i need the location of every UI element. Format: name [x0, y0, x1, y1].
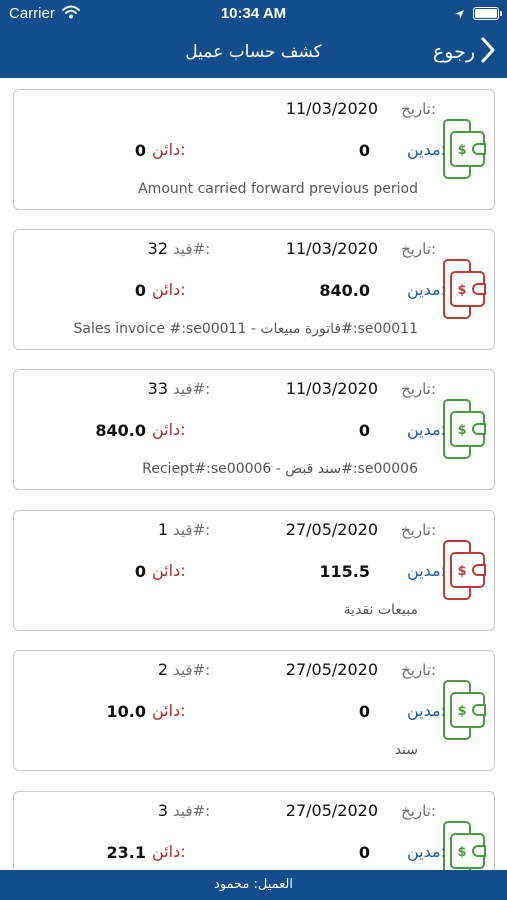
statement-entry-card[interactable]: $ تاريخ: 11/03/2020 قيد#: 33 مدين: 0 دائ… [13, 369, 495, 490]
date-label: تاريخ: [401, 802, 436, 820]
svg-text:$: $ [457, 845, 466, 860]
statement-entry-card[interactable]: $ تاريخ: 27/05/2020 قيد#: 2 مدين: 0 دائن… [13, 650, 495, 771]
credit-label: دائن: [152, 140, 186, 159]
customer-footer: العميل: محمود [0, 870, 507, 900]
wallet-phone-icon: $ [440, 539, 488, 605]
debit-label: مدين: [407, 140, 446, 159]
entry-date: 11/03/2020 [285, 239, 378, 258]
date-label: تاريخ: [401, 661, 436, 679]
clock-time: 10:34 AM [220, 5, 287, 22]
wallet-phone-icon: $ [440, 679, 488, 745]
credit-label: دائن: [152, 280, 186, 299]
entry-number-label: قيد#: [173, 802, 211, 820]
chevron-right-icon [481, 37, 495, 67]
location-arrow-icon [454, 7, 465, 25]
statement-entry-card[interactable]: $ تاريخ: 11/03/2020 مدين: 0 دائن: 0 Amou… [13, 89, 495, 210]
customer-name: العميل: محمود [213, 877, 293, 892]
entry-number: 33 [147, 379, 168, 398]
debit-value: 0 [358, 702, 370, 721]
debit-value: 0 [358, 421, 370, 440]
entry-description: Amount carried forward previous period [138, 181, 418, 197]
entry-number-label: قيد#: [173, 380, 211, 398]
entry-number-label: قيد#: [173, 661, 211, 679]
back-button[interactable]: رجوع [433, 34, 495, 70]
entry-number-label: قيد#: [173, 521, 211, 539]
entry-date: 27/05/2020 [285, 801, 378, 820]
debit-label: مدين: [407, 701, 446, 720]
wallet-phone-icon: $ [440, 398, 488, 464]
statement-entry-card[interactable]: $ تاريخ: 27/05/2020 قيد#: 1 مدين: 115.5 … [13, 510, 495, 631]
entry-date: 27/05/2020 [285, 520, 378, 539]
debit-value: 0 [358, 141, 370, 160]
credit-label: دائن: [152, 420, 186, 439]
entry-description: مبيعات نقدية [343, 602, 418, 618]
date-label: تاريخ: [401, 100, 436, 118]
date-label: تاريخ: [401, 521, 436, 539]
debit-label: مدين: [407, 280, 446, 299]
wallet-phone-icon: $ [440, 118, 488, 184]
entry-number: 32 [147, 239, 168, 258]
credit-value: 23.1 [106, 843, 146, 862]
entry-number-label: قيد#: [173, 240, 211, 258]
status-bar: Carrier 10:34 AM [0, 0, 507, 28]
date-label: تاريخ: [401, 380, 436, 398]
debit-label: مدين: [407, 842, 446, 861]
credit-label: دائن: [152, 561, 186, 580]
nav-header: Carrier 10:34 AM كشف حساب عميل رجوع [0, 0, 507, 78]
credit-label: دائن: [152, 842, 186, 861]
statement-entry-card[interactable]: $ تاريخ: 11/03/2020 قيد#: 32 مدين: 840.0… [13, 229, 495, 350]
svg-text:$: $ [457, 283, 466, 298]
svg-text:$: $ [457, 564, 466, 579]
back-label: رجوع [432, 41, 475, 63]
entry-description: Sales invoice #:se00011 - فاتورة مبيعات#… [73, 321, 419, 337]
wallet-phone-icon: $ [440, 820, 488, 870]
entry-date: 11/03/2020 [285, 379, 378, 398]
entry-description: Reciept#:se00006 - سند قبض#:se00006 [142, 461, 418, 477]
entry-number: 2 [157, 660, 168, 679]
debit-value: 840.0 [319, 281, 370, 300]
entry-date: 11/03/2020 [285, 99, 378, 118]
statement-entry-card[interactable]: $ تاريخ: 27/05/2020 قيد#: 3 مدين: 0 دائن… [13, 791, 495, 870]
entry-number: 3 [157, 801, 168, 820]
debit-label: مدين: [407, 420, 446, 439]
credit-value: 0 [134, 141, 146, 160]
statement-list[interactable]: $ تاريخ: 11/03/2020 مدين: 0 دائن: 0 Amou… [0, 78, 507, 870]
svg-text:$: $ [457, 423, 466, 438]
entry-date: 27/05/2020 [285, 660, 378, 679]
debit-label: مدين: [407, 561, 446, 580]
svg-text:$: $ [457, 143, 466, 158]
debit-value: 0 [358, 843, 370, 862]
entry-number: 1 [157, 520, 168, 539]
credit-label: دائن: [152, 701, 186, 720]
wallet-phone-icon: $ [440, 258, 488, 324]
credit-value: 10.0 [106, 702, 146, 721]
date-label: تاريخ: [401, 240, 436, 258]
credit-value: 0 [134, 281, 146, 300]
credit-value: 840.0 [95, 421, 146, 440]
debit-value: 115.5 [319, 562, 370, 581]
page-title: كشف حساب عميل [185, 42, 322, 62]
entry-description: سند [394, 742, 418, 758]
battery-icon [473, 7, 502, 20]
credit-value: 0 [134, 562, 146, 581]
svg-text:$: $ [457, 704, 466, 719]
